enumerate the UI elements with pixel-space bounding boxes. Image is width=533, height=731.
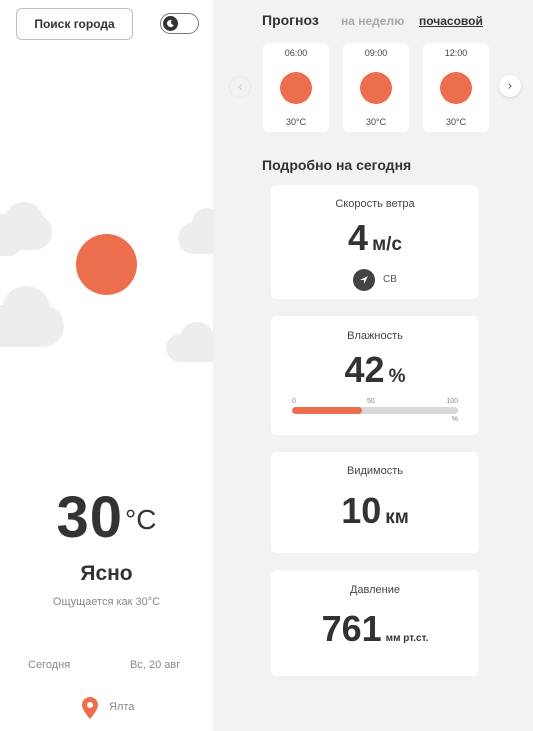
scale-unit: % <box>451 416 458 423</box>
weather-condition: Ясно <box>80 562 133 585</box>
scale-max: 100 <box>446 398 458 405</box>
chevron-left-icon[interactable]: ‹ <box>229 76 251 98</box>
hour-time: 09:00 <box>364 48 388 58</box>
wind-label: Скорость ветра <box>335 198 415 210</box>
hour-temp: 30°C <box>445 117 467 127</box>
sun-icon <box>360 72 392 104</box>
tab-week[interactable]: на неделю <box>341 14 404 28</box>
pressure-card: Давление 761 мм рт.ст. <box>271 570 479 676</box>
feels-like: Ощущается как 30°C <box>52 596 161 608</box>
visibility-value: 10 км <box>271 490 479 532</box>
pressure-unit: мм рт.ст. <box>385 633 429 644</box>
pressure-value: 761 мм рт.ст. <box>271 608 479 650</box>
hour-time: 06:00 <box>284 48 308 58</box>
humidity-label: Влажность <box>347 330 403 342</box>
hour-temp: 30°C <box>365 117 387 127</box>
wind-unit: м/с <box>372 234 402 255</box>
sun-icon <box>76 234 137 295</box>
map-pin-icon <box>82 697 98 719</box>
visibility-label: Видимость <box>347 465 403 477</box>
humidity-bar-fill <box>292 407 362 414</box>
humidity-value: 42% <box>271 349 479 391</box>
chevron-right-icon[interactable]: › <box>499 75 521 97</box>
hour-card: 12:00 30°C <box>423 43 489 132</box>
hour-card: 06:00 30°C <box>263 43 329 132</box>
moon-icon <box>163 16 178 31</box>
visibility-card: Видимость 10 км <box>271 452 479 553</box>
visibility-number: 10 <box>341 490 382 531</box>
humidity-unit: % <box>388 366 406 387</box>
humidity-bar <box>292 407 458 414</box>
date-label: Вс, 20 авг <box>130 659 181 671</box>
day-label: Сегодня <box>28 659 71 671</box>
wind-value: 4 м/с <box>271 217 479 259</box>
wind-card: Скорость ветра 4 м/с СВ <box>271 185 479 299</box>
sun-icon <box>440 72 472 104</box>
details-title: Подробно на сегодня <box>262 157 412 173</box>
humidity-number: 42 <box>344 349 385 390</box>
current-temperature: 30°C <box>0 484 213 551</box>
location-name: Ялта <box>109 701 135 713</box>
theme-toggle[interactable] <box>160 13 199 34</box>
wind-direction: СВ <box>383 274 397 285</box>
wind-speed: 4 <box>348 217 369 258</box>
current-weather-panel: Поиск города 30°C Ясно Ощущается как 30°… <box>0 0 213 731</box>
search-city-button[interactable]: Поиск города <box>16 8 133 40</box>
sun-icon <box>280 72 312 104</box>
pressure-label: Давление <box>349 584 401 596</box>
hour-temp: 30°C <box>285 117 307 127</box>
visibility-unit: км <box>385 507 409 528</box>
navigation-arrow-icon <box>353 269 375 291</box>
forecast-title: Прогноз <box>262 12 319 28</box>
hour-time: 12:00 <box>444 48 468 58</box>
scale-mid: 50 <box>367 398 375 405</box>
temperature-unit: °C <box>125 504 157 535</box>
humidity-card: Влажность 42% 0 50 100 % <box>271 316 479 435</box>
hour-card: 09:00 30°C <box>343 43 409 132</box>
tab-hourly[interactable]: почасовой <box>419 14 483 28</box>
pressure-number: 761 <box>321 608 382 649</box>
temperature-value: 30 <box>56 485 124 550</box>
scale-min: 0 <box>292 398 296 405</box>
